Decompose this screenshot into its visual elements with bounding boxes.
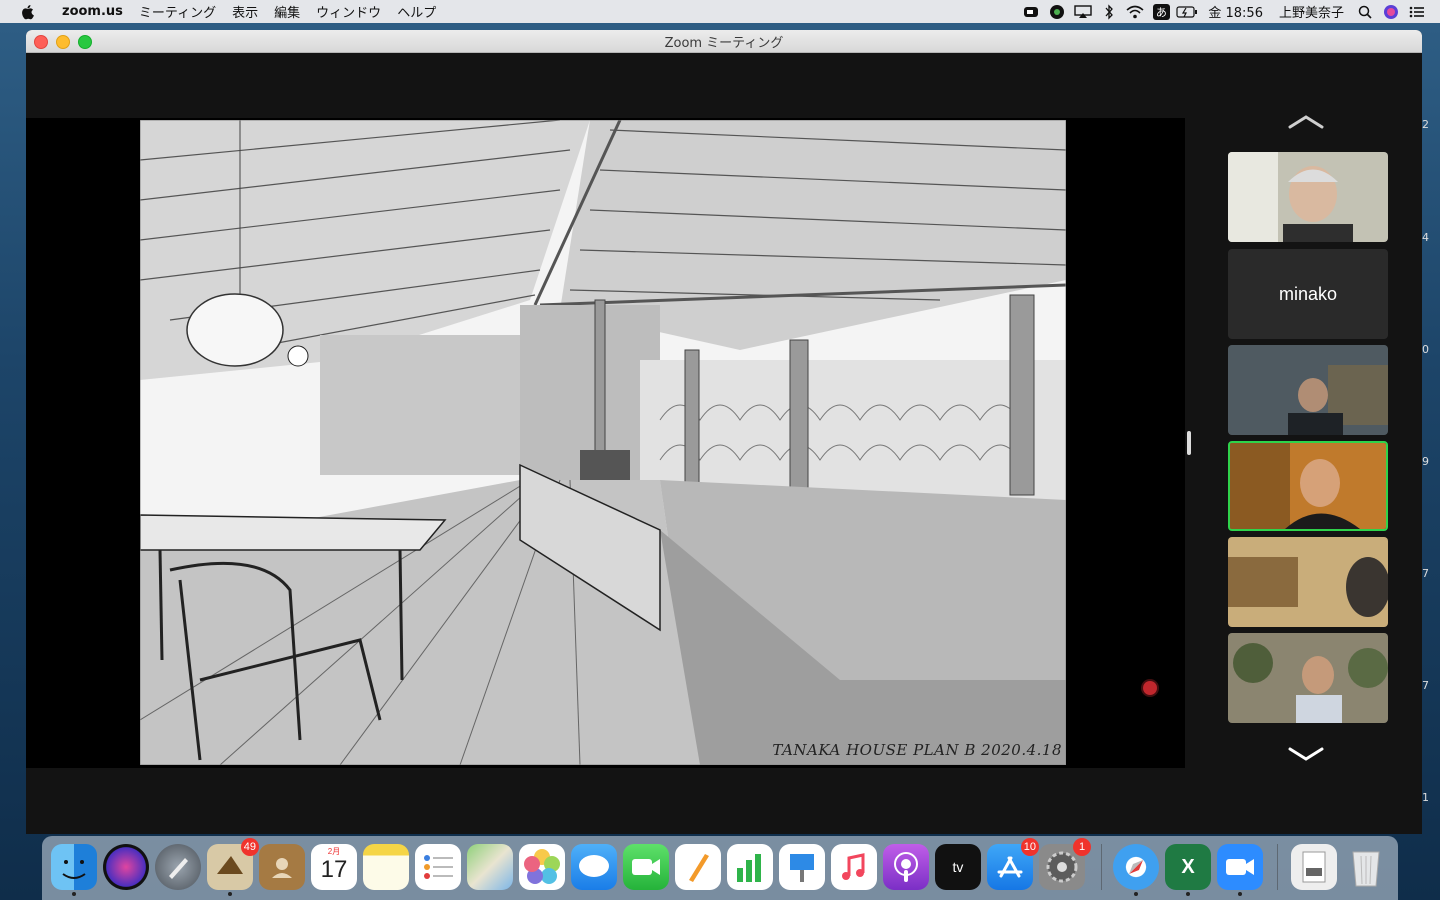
airplay-icon[interactable] — [1070, 0, 1096, 23]
battery-icon[interactable] — [1174, 0, 1200, 23]
mail-badge: 49 — [240, 838, 259, 856]
podcasts-icon[interactable] — [883, 844, 929, 890]
reminders-icon[interactable] — [415, 844, 461, 890]
siri-icon[interactable] — [1378, 0, 1404, 23]
edge-number: 0 — [1422, 343, 1429, 356]
edge-number: 1 — [1422, 791, 1429, 804]
apple-menu-icon[interactable] — [18, 3, 36, 21]
edge-number: 4 — [1422, 231, 1429, 244]
system-preferences-badge: 1 — [1073, 838, 1091, 856]
trash-icon[interactable] — [1343, 844, 1389, 890]
menu-clock[interactable]: 金 18:56 — [1200, 2, 1271, 21]
zoom-meeting-window: Zoom ミーティング TANAKA HOUSE PLAN B 2020.4.1… — [26, 30, 1422, 834]
participant-tile-video[interactable] — [1228, 633, 1388, 723]
maps-icon[interactable] — [467, 844, 513, 890]
calendar-day-label: 17 — [320, 856, 348, 883]
notes-icon[interactable] — [363, 844, 409, 890]
dock-separator — [1277, 844, 1278, 890]
messages-icon[interactable] — [571, 844, 617, 890]
drawing-signature: TANAKA HOUSE PLAN B 2020.4.18 — [772, 741, 1062, 759]
safari-compass-icon[interactable] — [1113, 844, 1159, 896]
menu-edit[interactable]: 編集 — [266, 2, 308, 21]
menu-app-name[interactable]: zoom.us — [54, 4, 131, 19]
participant-tile-name-only[interactable]: minako — [1228, 249, 1388, 339]
music-icon[interactable] — [831, 844, 877, 890]
shared-drawing-image: TANAKA HOUSE PLAN B 2020.4.18 — [140, 120, 1066, 765]
pages-icon[interactable] — [675, 844, 721, 890]
notification-center-icon[interactable] — [1404, 0, 1430, 23]
participant-tile-video[interactable] — [1228, 345, 1388, 435]
edge-number: 7 — [1422, 567, 1429, 580]
app-store-icon[interactable]: 10 — [987, 838, 1039, 890]
bluetooth-icon[interactable] — [1096, 0, 1122, 23]
fullscreen-window-button[interactable] — [78, 35, 92, 49]
edge-number: 7 — [1422, 679, 1429, 692]
menu-user-name[interactable]: 上野美奈子 — [1271, 2, 1352, 21]
window-titlebar[interactable]: Zoom ミーティング — [26, 30, 1422, 53]
participant-name: minako — [1278, 283, 1338, 304]
close-window-button[interactable] — [34, 35, 48, 49]
window-title: Zoom ミーティング — [664, 35, 784, 51]
menu-bar: zoom.us ミーティング 表示 編集 ウィンドウ ヘルプ あ 金 18:56… — [0, 0, 1440, 23]
recording-indicator-icon — [1143, 681, 1157, 695]
finder-icon[interactable] — [51, 844, 97, 896]
system-preferences-gear-icon[interactable]: 1 — [1039, 838, 1091, 890]
excel-icon[interactable]: X — [1165, 844, 1211, 896]
menu-meeting[interactable]: ミーティング — [131, 2, 224, 21]
calendar-icon[interactable]: 2月 17 — [311, 844, 357, 890]
contacts-icon[interactable] — [259, 844, 305, 890]
input-method-icon[interactable]: あ — [1148, 0, 1174, 23]
edge-number: 9 — [1422, 455, 1429, 468]
shared-screen-area[interactable]: TANAKA HOUSE PLAN B 2020.4.18 — [26, 118, 1185, 768]
downloads-folder-icon[interactable] — [1291, 844, 1337, 890]
zoom-app-icon[interactable] — [1217, 844, 1263, 896]
apple-tv-icon[interactable]: tv — [935, 844, 981, 890]
menu-window[interactable]: ウィンドウ — [308, 2, 389, 21]
dock-separator — [1101, 844, 1102, 890]
participant-tile-video[interactable] — [1228, 152, 1388, 242]
siri-dock-icon[interactable] — [103, 844, 149, 890]
spotlight-search-icon[interactable] — [1352, 0, 1378, 23]
app-store-badge: 10 — [1020, 838, 1039, 856]
zoom-status-icon[interactable] — [1018, 0, 1044, 23]
dock: 49 2月 17 tv 10 1 X — [42, 836, 1398, 900]
participant-tile-active-speaker[interactable] — [1228, 441, 1388, 531]
keynote-icon[interactable] — [779, 844, 825, 890]
numbers-icon[interactable] — [727, 844, 773, 890]
meeting-content: TANAKA HOUSE PLAN B 2020.4.18 minako — [26, 53, 1422, 834]
menu-view[interactable]: 表示 — [224, 2, 266, 21]
edge-number: 2 — [1422, 118, 1429, 131]
mail-icon[interactable]: 49 — [207, 838, 259, 896]
minimize-window-button[interactable] — [56, 35, 70, 49]
launchpad-rocket-icon[interactable] — [155, 844, 201, 890]
line-icon[interactable] — [1044, 0, 1070, 23]
input-method-label: あ — [1152, 3, 1170, 20]
scroll-up-chevron-icon[interactable] — [1288, 113, 1324, 131]
photos-icon[interactable] — [519, 844, 565, 890]
facetime-icon[interactable] — [623, 844, 669, 890]
menu-help[interactable]: ヘルプ — [389, 2, 444, 21]
panel-resize-handle[interactable] — [1187, 431, 1191, 455]
participant-tile-video[interactable] — [1228, 537, 1388, 627]
wifi-icon[interactable] — [1122, 0, 1148, 23]
scroll-down-chevron-icon[interactable] — [1288, 745, 1324, 763]
